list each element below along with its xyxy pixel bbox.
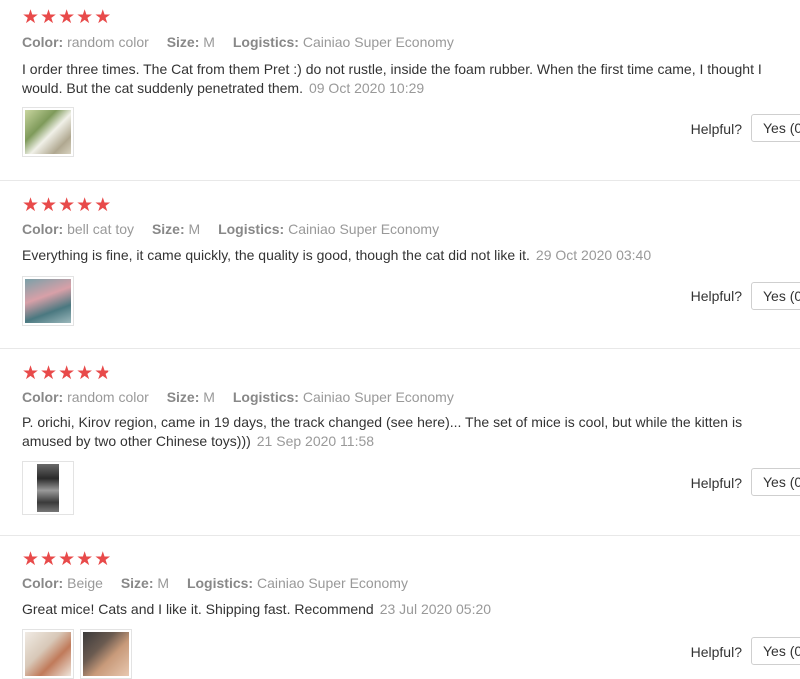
color-value: bell cat toy [67,221,135,237]
logistics-value: Cainiao Super Economy [302,389,454,405]
rating-stars: ★ ★ ★ ★ ★ [22,8,111,28]
color-label: Color: [22,389,64,405]
review-item: ★ ★ ★ ★ ★ Color: random color Size: M Logist… [0,0,800,181]
size-value: M [157,575,170,591]
color-value: Beige [67,575,103,591]
star-icon: ★ [76,363,94,384]
photo-image [25,110,71,154]
star-icon: ★ [58,195,76,216]
size-value: M [188,221,201,237]
star-icon: ★ [76,549,94,570]
star-icon: ★ ★ [94,363,112,384]
star-icon: ★ [22,363,40,384]
review-text: Great mice! Cats and I like it. Shipping… [22,600,772,619]
size-label: Size: [166,389,200,405]
color-label: Color: [22,575,64,591]
rating-stars: ★ ★ ★ ★ ★ ★ [22,364,111,384]
star-icon: ★ [22,195,40,216]
star-icon: ★ [58,549,76,570]
star-icon: ★ [58,7,76,28]
review-date: 09 Oct 2020 10:29 [308,80,425,96]
size-label: Size: [120,575,154,591]
helpful-label: Helpful? [690,475,742,491]
star-icon: ★ [40,195,58,216]
review-date: 21 Sep 2020 11:58 [256,433,375,449]
review-date: 23 Jul 2020 05:20 [379,601,492,617]
rating-stars: ★ ★ ★ ★ ★ [22,550,111,570]
review-text: P. orichi, Kirov region, came in 19 days… [22,413,772,451]
photo-image [37,464,59,512]
helpful-yes-button[interactable]: Yes (0 [751,468,800,496]
photo-image [25,279,71,323]
review-body: Everything is fine, it came quickly, the… [22,247,530,263]
size-value: M [203,389,215,405]
review-photo[interactable] [22,461,74,515]
helpful-label: Helpful? [690,288,742,304]
color-value: random color [67,34,149,50]
color-label: Color: [22,34,64,50]
review-meta: Color: random color Size: M Logistics: C… [22,389,468,405]
review-item: ★ ★ ★ ★ ★ Color: bell cat toy Size: M Logist… [0,180,800,349]
star-icon: ★ [22,7,40,28]
star-icon: ★ [40,7,58,28]
star-icon: ★ [40,549,58,570]
review-item: ★ ★ ★ ★ ★ ★ Color: random color Size: M Logis… [0,348,800,536]
color-label: Color: [22,221,64,237]
review-text: I order three times. The Cat from them P… [22,60,772,98]
logistics-value: Cainiao Super Economy [302,34,454,50]
review-meta: Color: random color Size: M Logistics: C… [22,34,468,50]
star-icon: ★ [40,363,58,384]
star-icon: ★ [94,549,112,570]
photo-image [83,632,129,676]
review-photo[interactable] [80,629,132,679]
logistics-label: Logistics: [186,575,254,591]
color-value: random color [67,389,149,405]
review-body: P. orichi, Kirov region, came in 19 days… [22,414,743,449]
star-fill: ★ [94,364,108,384]
logistics-label: Logistics: [218,221,285,237]
review-item: ★ ★ ★ ★ ★ Color: Beige Size: M Logistics: Ca… [0,535,800,679]
logistics-value: Cainiao Super Economy [288,221,440,237]
review-meta: Color: bell cat toy Size: M Logistics: C… [22,221,453,237]
star-icon: ★ [76,195,94,216]
photo-image [25,632,71,676]
star-icon: ★ [22,549,40,570]
logistics-label: Logistics: [232,389,299,405]
helpful-yes-button[interactable]: Yes (0 [751,282,800,310]
rating-stars: ★ ★ ★ ★ ★ [22,196,111,216]
star-icon: ★ [58,363,76,384]
review-body: Great mice! Cats and I like it. Shipping… [22,601,374,617]
star-icon: ★ [94,7,112,28]
review-date: 29 Oct 2020 03:40 [535,247,652,263]
review-meta: Color: Beige Size: M Logistics: Cainiao … [22,575,422,591]
review-text: Everything is fine, it came quickly, the… [22,246,772,265]
size-label: Size: [166,34,200,50]
review-photo[interactable] [22,629,74,679]
logistics-value: Cainiao Super Economy [256,575,408,591]
review-photo[interactable] [22,276,74,326]
star-icon: ★ [76,7,94,28]
helpful-yes-button[interactable]: Yes (0 [751,114,800,142]
helpful-label: Helpful? [690,644,742,660]
size-label: Size: [151,221,185,237]
logistics-label: Logistics: [232,34,299,50]
helpful-label: Helpful? [690,121,742,137]
size-value: M [203,34,215,50]
review-photo[interactable] [22,107,74,157]
helpful-yes-button[interactable]: Yes (0 [751,637,800,665]
star-icon: ★ [94,195,112,216]
